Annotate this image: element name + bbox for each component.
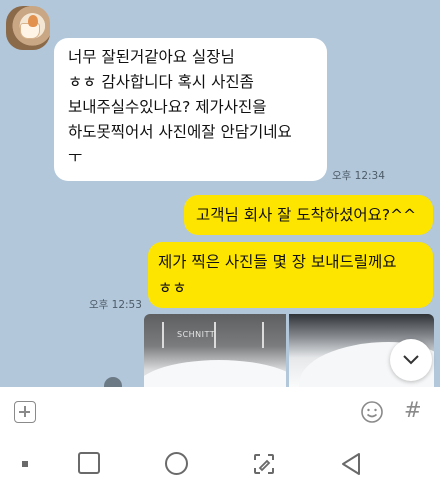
ceiling-lamp [162,322,164,348]
outgoing-message[interactable]: 고객님 회사 잘 도착하셨어요?^^ [184,195,433,235]
photo-logo-text: SCHNITT [177,330,216,339]
message-line: 하도못찍어서 사진에잘 안담기네요 [68,123,292,141]
message-time: 오후 12:34 [332,170,385,182]
message-time: 오후 12:53 [89,299,142,311]
scroll-down-button[interactable] [390,339,432,381]
recent-apps-dot[interactable] [22,461,28,467]
back-icon[interactable] [340,452,362,476]
ceiling-lamp [262,322,264,348]
photo-thumbnail[interactable]: SCHNITT [144,314,286,387]
car-body [144,360,286,387]
input-bar: # [0,387,440,437]
system-nav-bar [0,437,440,490]
chevron-down-icon [403,355,419,365]
outgoing-message[interactable]: 제가 찍은 사진들 몇 장 보내드릴께요 ㅎㅎ [148,242,433,308]
message-line: 제가 찍은 사진들 몇 장 보내드릴께요 [158,253,397,271]
avatar[interactable] [6,6,50,50]
home-circle[interactable] [165,452,188,475]
plus-icon[interactable] [14,401,36,423]
avatar-figure [28,15,38,27]
emoji-icon[interactable] [360,400,384,424]
incoming-message[interactable]: 너무 잘된거같아요 실장님 ㅎㅎ 감사합니다 혹시 사진좀 보내주실수있나요? … [54,38,327,181]
hash-button[interactable]: # [404,398,422,422]
chat-area[interactable]: 너무 잘된거같아요 실장님 ㅎㅎ 감사합니다 혹시 사진좀 보내주실수있나요? … [0,0,440,387]
message-line: ㅜ [68,148,83,166]
message-line: ㅎㅎ [158,279,187,297]
home-square[interactable] [78,452,100,474]
message-line: 보내주실수있나요? 제가사진을 [68,98,267,116]
photo-group[interactable]: SCHNITT [144,314,434,387]
share-button[interactable] [104,377,122,387]
message-line: 너무 잘된거같아요 실장님 [68,48,235,66]
message-text: 고객님 회사 잘 도착하셨어요?^^ [196,206,417,224]
message-line: ㅎㅎ 감사합니다 혹시 사진좀 [68,73,254,91]
screen-capture-icon[interactable] [252,452,276,476]
